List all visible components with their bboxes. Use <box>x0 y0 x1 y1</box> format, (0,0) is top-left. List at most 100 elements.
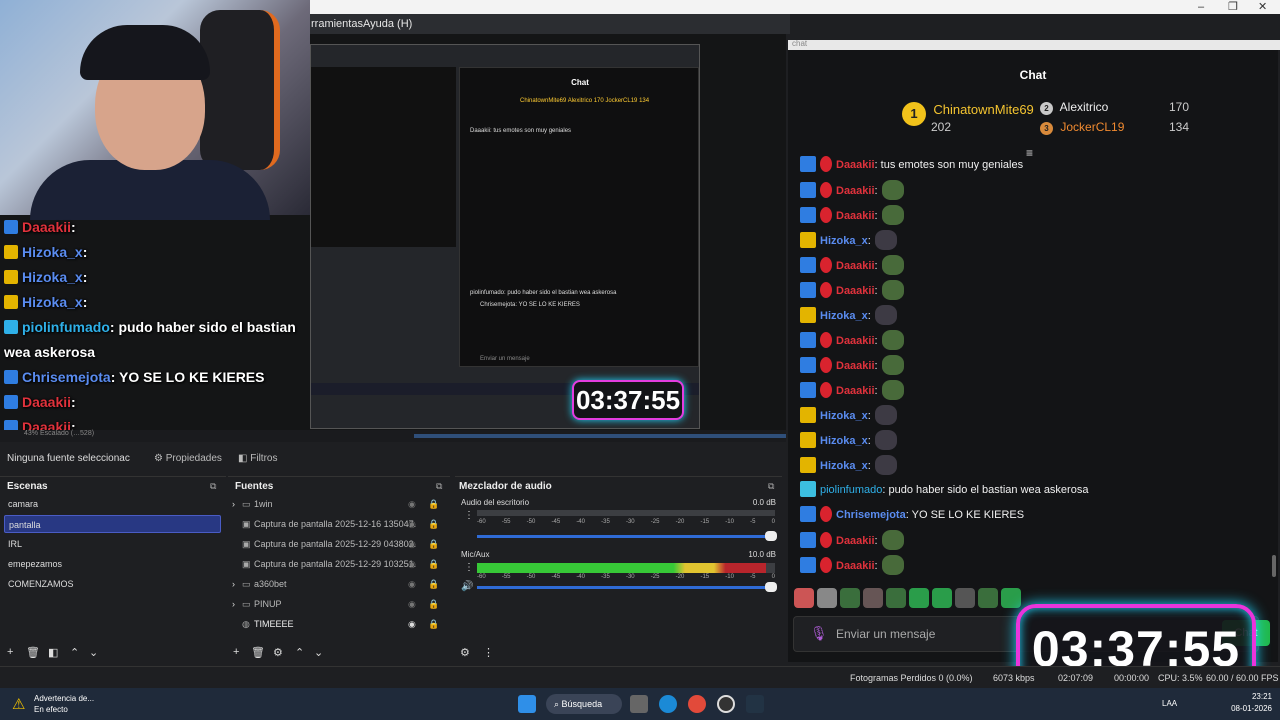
source-item[interactable]: ▣ Captura de pantalla 2025-12-16 135047. ◉… <box>232 515 442 533</box>
kebab-menu-icon[interactable]: ⋮ <box>464 562 474 573</box>
kebab-menu-icon[interactable]: ⋮ <box>464 510 474 521</box>
lock-icon[interactable]: 🔒 <box>428 575 439 593</box>
kebab-menu-icon[interactable]: ⋮ <box>483 646 494 659</box>
emote[interactable] <box>840 588 860 608</box>
expand-caret-icon[interactable]: › <box>232 575 242 593</box>
undock-icon[interactable]: ⧉ <box>768 481 774 492</box>
trash-icon[interactable]: 🗑 <box>251 646 265 659</box>
undock-icon[interactable]: ⧉ <box>436 481 442 492</box>
chat-username[interactable]: piolinfumado <box>820 484 882 496</box>
emote[interactable] <box>932 588 952 608</box>
task-view-icon[interactable] <box>630 695 648 713</box>
emote[interactable] <box>978 588 998 608</box>
lock-icon[interactable]: 🔒 <box>428 595 439 613</box>
source-item[interactable]: › ▭ PINUP ◉ 🔒 <box>232 595 442 613</box>
chat-username[interactable]: Daaakii <box>836 360 875 372</box>
visibility-eye-icon[interactable]: ◉ <box>408 555 416 573</box>
volume-slider[interactable] <box>477 531 777 541</box>
add-scene-button[interactable]: + <box>7 646 13 658</box>
emote[interactable] <box>886 588 906 608</box>
chat-username[interactable]: Chrisemejota <box>836 509 906 521</box>
maximize-button[interactable]: ❐ <box>1228 0 1238 14</box>
move-down-icon[interactable]: ⌄ <box>89 646 98 659</box>
slider-handle[interactable] <box>765 531 777 541</box>
chat-username[interactable]: Hizoka_x <box>820 435 868 447</box>
chat-username[interactable]: Daaakii <box>836 335 875 347</box>
language-indicator[interactable]: LAA <box>1162 699 1177 708</box>
chat-username[interactable]: Hizoka_x <box>820 235 868 247</box>
lock-icon[interactable]: 🔒 <box>428 495 439 513</box>
preview-scrollbar[interactable] <box>414 434 786 438</box>
emote[interactable] <box>909 588 929 608</box>
undock-icon[interactable]: ⧉ <box>210 481 216 492</box>
slider-handle[interactable] <box>765 582 777 592</box>
source-item[interactable]: ▣ Captura de pantalla 2025-12-29 103251. ◉… <box>232 555 442 573</box>
scene-item[interactable]: COMENZAMOS <box>4 575 221 593</box>
menu-tools[interactable]: rramientas <box>311 14 363 34</box>
warning-widget[interactable]: Advertencia de... En efecto <box>34 693 94 715</box>
visibility-eye-icon[interactable]: ◉ <box>408 595 416 613</box>
move-up-icon[interactable]: ⌃ <box>295 646 304 659</box>
edge-icon[interactable] <box>659 695 677 713</box>
speaker-icon[interactable]: 🔊 <box>461 581 473 592</box>
source-item[interactable]: ▣ Captura de pantalla 2025-12-29 043802. ◉… <box>232 535 442 553</box>
lock-icon[interactable]: 🔒 <box>428 515 439 533</box>
scene-item[interactable]: IRL <box>4 535 221 553</box>
chat-scrollbar[interactable] <box>1272 555 1276 577</box>
minimize-button[interactable]: – <box>1198 0 1204 14</box>
visibility-eye-icon[interactable]: ◉ <box>408 575 416 593</box>
source-item[interactable]: › ▭ 1win ◉ 🔒 <box>232 495 442 513</box>
chat-username[interactable]: Daaakii <box>836 385 875 397</box>
emote[interactable] <box>1001 588 1021 608</box>
microphone-icon[interactable]: 🎙 <box>810 625 828 642</box>
steam-icon[interactable] <box>746 695 764 713</box>
menu-help[interactable]: Ayuda (H) <box>363 14 412 34</box>
chat-username[interactable]: Daaakii <box>836 260 875 272</box>
chat-username[interactable]: Daaakii <box>836 185 875 197</box>
advanced-audio-icon[interactable]: ⚙ <box>460 646 470 659</box>
move-up-icon[interactable]: ⌃ <box>70 646 79 659</box>
chrome-icon[interactable] <box>688 695 706 713</box>
zoom-indicator[interactable]: 43% Escalado (…528) <box>24 430 94 437</box>
chat-username[interactable]: Hizoka_x <box>820 310 868 322</box>
lock-icon[interactable]: 🔒 <box>428 615 439 633</box>
source-item[interactable]: ◍ TIMEEEE ◉ 🔒 <box>232 615 442 633</box>
scene-item[interactable]: pantalla <box>4 515 221 533</box>
visibility-eye-icon[interactable]: ◉ <box>408 515 416 533</box>
chat-username[interactable]: Daaakii <box>836 210 875 222</box>
emote[interactable] <box>817 588 837 608</box>
close-button[interactable]: ✕ <box>1258 0 1267 14</box>
move-down-icon[interactable]: ⌄ <box>314 646 323 659</box>
warning-icon[interactable]: ⚠ <box>12 695 30 713</box>
chat-username[interactable]: Daaakii <box>836 535 875 547</box>
emote-bar[interactable] <box>794 588 1024 610</box>
chat-username[interactable]: Daaakii <box>836 285 875 297</box>
chat-username[interactable]: Hizoka_x <box>820 460 868 472</box>
add-source-button[interactable]: + <box>233 646 239 658</box>
volume-slider[interactable] <box>477 582 777 592</box>
chat-username[interactable]: Hizoka_x <box>820 410 868 422</box>
source-item[interactable]: › ▭ a360bet ◉ 🔒 <box>232 575 442 593</box>
scene-item[interactable]: emepezamos <box>4 555 221 573</box>
expand-caret-icon[interactable]: › <box>232 495 242 513</box>
gear-icon[interactable]: ⚙ <box>273 646 283 659</box>
expand-caret-icon[interactable]: › <box>232 595 242 613</box>
visibility-eye-icon[interactable]: ◉ <box>408 495 416 513</box>
visibility-eye-icon[interactable]: ◉ <box>408 615 416 633</box>
visibility-eye-icon[interactable]: ◉ <box>408 535 416 553</box>
taskbar-search[interactable]: ⌕ Búsqueda <box>546 694 622 714</box>
windows-start-icon[interactable] <box>518 695 536 713</box>
chat-username[interactable]: Daaakii <box>836 560 875 572</box>
emote[interactable] <box>863 588 883 608</box>
filter-lines-icon[interactable]: ≡ <box>1026 146 1033 160</box>
system-clock[interactable]: 23:21 08-01-2026 <box>1231 691 1272 715</box>
lock-icon[interactable]: 🔒 <box>428 555 439 573</box>
filters-button[interactable]: ◧ Filtros <box>234 451 281 466</box>
scene-item[interactable]: camara <box>4 495 221 513</box>
filter-icon[interactable]: ◧ <box>48 646 58 659</box>
chat-username[interactable]: Daaakii <box>836 159 875 171</box>
emote[interactable] <box>955 588 975 608</box>
properties-button[interactable]: ⚙ Propiedades <box>150 451 226 466</box>
emote[interactable] <box>794 588 814 608</box>
trash-icon[interactable]: 🗑 <box>26 646 40 659</box>
